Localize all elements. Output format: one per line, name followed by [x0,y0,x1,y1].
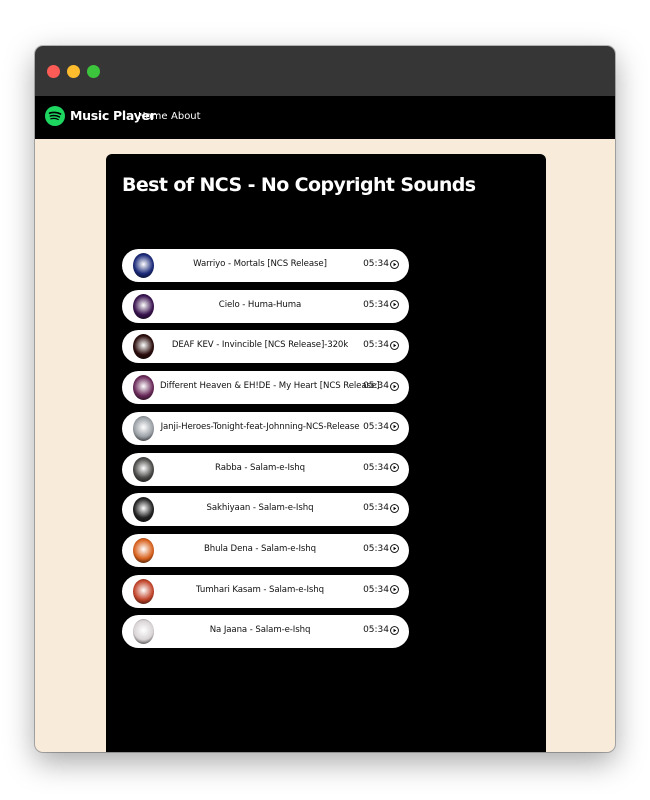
song-duration: 05:34 [363,463,399,473]
song-duration: 05:34 [363,422,399,432]
song-duration: 05:34 [363,381,399,391]
close-window-button[interactable] [47,65,60,78]
play-circle-icon[interactable] [390,422,399,432]
song-duration: 05:34 [363,585,399,595]
play-circle-icon[interactable] [390,300,399,310]
song-item[interactable]: Tumhari Kasam - Salam-e-Ishq 05:34 [122,574,409,608]
song-cover-image [133,375,154,401]
window-titlebar [35,46,615,96]
song-cover-image [133,537,154,563]
song-duration-text: 05:34 [363,503,389,514]
song-cover-image [133,253,154,278]
play-circle-icon[interactable] [390,625,399,635]
playlist-title: Best of NCS - No Copyright Sounds [122,174,476,196]
song-duration: 05:34 [363,300,399,310]
play-circle-icon[interactable] [390,463,399,472]
song-duration-text: 05:34 [363,340,389,351]
song-item[interactable]: Janji-Heroes-Tonight-feat-Johnning-NCS-R… [122,411,409,445]
song-cover-image [133,293,154,319]
song-duration: 05:34 [363,544,399,554]
song-name: Cielo - Huma-Huma [218,299,302,310]
song-cover-image [133,334,154,360]
song-item[interactable]: Cielo - Huma-Huma 05:34 [122,289,409,323]
song-name: Warriyo - Mortals [NCS Release] [193,259,327,269]
playlist-card: Best of NCS - No Copyright Sounds Warriy… [106,154,546,752]
spotify-logo-icon[interactable] [45,106,65,126]
song-item[interactable]: Na Jaana - Salam-e-Ishq 05:34 [122,615,409,649]
song-duration: 05:34 [363,259,399,269]
song-name: Bhula Dena - Salam-e-Ishq [203,543,316,554]
song-duration-text: 05:34 [363,299,389,310]
song-duration: 05:34 [363,625,399,635]
song-item[interactable]: Sakhiyaan - Salam-e-Ishq 05:34 [122,493,409,527]
minimize-window-button[interactable] [67,65,80,78]
song-duration-text: 05:34 [363,543,389,554]
song-cover-image [133,497,154,523]
play-circle-icon[interactable] [390,544,399,554]
app-window: Music Player Home About Best of NCS - No… [35,46,615,752]
song-duration-text: 05:34 [363,625,389,636]
song-duration-text: 05:34 [363,259,389,269]
song-name: Janji-Heroes-Tonight-feat-Johnning-NCS-R… [160,421,360,432]
navbar: Music Player Home About [35,96,615,139]
song-name: DEAF KEV - Invincible [NCS Release]-320k [171,340,349,351]
play-circle-icon[interactable] [390,503,399,513]
song-duration: 05:34 [363,340,399,350]
song-duration-text: 05:34 [363,584,389,595]
play-circle-icon[interactable] [390,341,399,350]
song-cover-image [133,619,154,645]
song-name: Tumhari Kasam - Salam-e-Ishq [196,584,324,595]
play-circle-icon[interactable] [390,585,399,594]
play-circle-icon[interactable] [390,259,399,269]
song-name: Different Heaven & EH!DE - My Heart [NCS… [160,381,380,392]
nav-link-about[interactable]: About [171,111,201,122]
song-item[interactable]: Rabba - Salam-e-Ishq 05:34 [122,452,409,486]
song-cover-image [133,456,154,482]
nav-link-home[interactable]: Home [138,111,168,122]
song-cover-image [133,578,154,604]
song-name: Na Jaana - Salam-e-Ishq [209,625,311,636]
song-duration: 05:34 [363,503,399,513]
song-name: Sakhiyaan - Salam-e-Ishq [206,503,314,514]
song-item[interactable]: Different Heaven & EH!DE - My Heart [NCS… [122,371,409,405]
song-item[interactable]: Warriyo - Mortals [NCS Release] 05:34 [122,249,409,282]
song-duration-text: 05:34 [363,421,389,432]
song-duration-text: 05:34 [363,381,389,392]
song-name: Rabba - Salam-e-Ishq [215,462,305,473]
song-item[interactable]: DEAF KEV - Invincible [NCS Release]-320k… [122,330,409,364]
song-duration-text: 05:34 [363,462,389,473]
song-item[interactable]: Bhula Dena - Salam-e-Ishq 05:34 [122,533,409,567]
maximize-window-button[interactable] [87,65,100,78]
song-cover-image [133,415,154,441]
play-circle-icon[interactable] [390,381,399,391]
